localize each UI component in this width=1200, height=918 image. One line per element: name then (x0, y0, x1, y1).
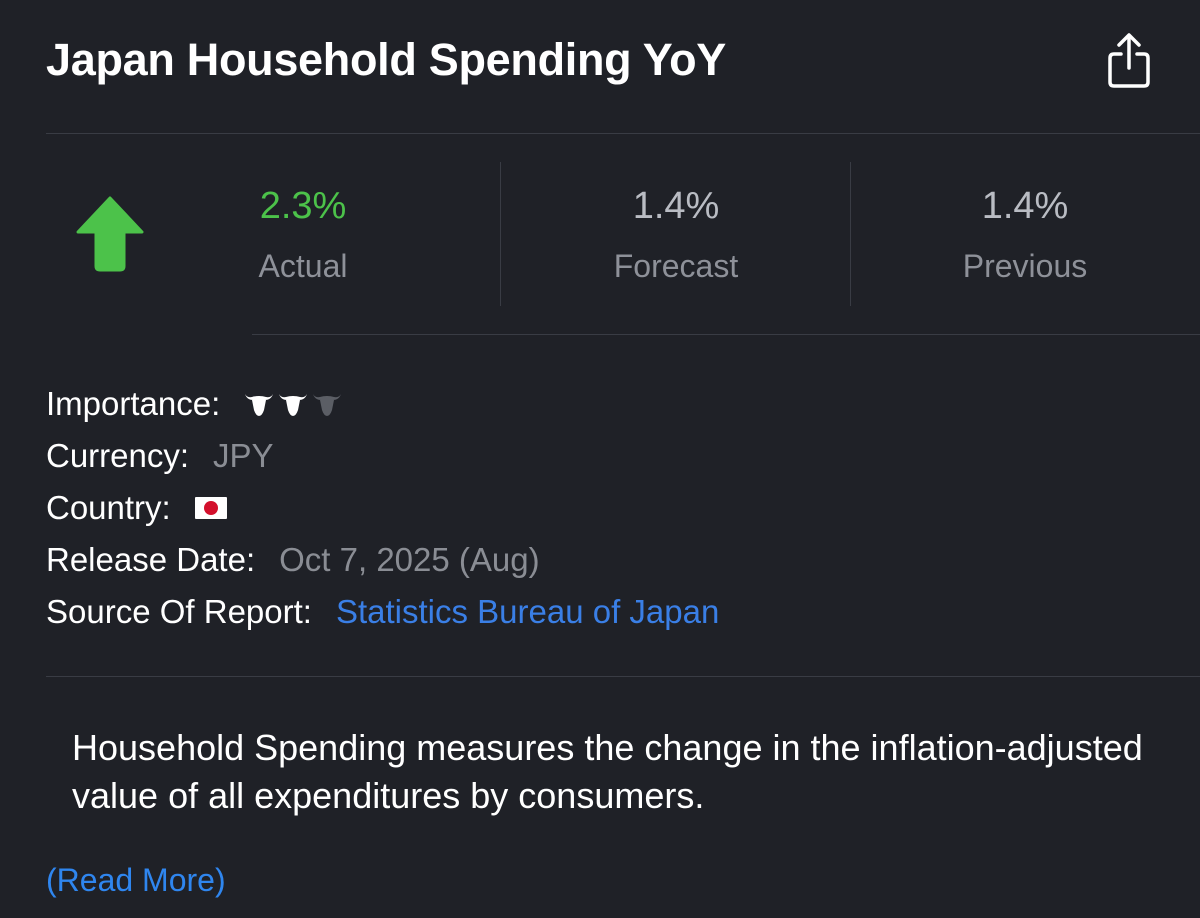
bull-icon (245, 394, 274, 416)
page-title: Japan Household Spending YoY (46, 34, 727, 85)
info-divider (46, 676, 1200, 677)
description-text: Household Spending measures the change i… (72, 727, 1143, 816)
release-date-row: Release Date: Oct 7, 2025 (Aug) (46, 540, 540, 580)
metric-actual: 2.3% Actual (178, 182, 428, 286)
metric-separator (500, 162, 501, 306)
bull-icon-inactive (313, 394, 342, 416)
release-date-label: Release Date: (46, 541, 256, 578)
currency-label: Currency: (46, 437, 190, 474)
actual-label: Actual (258, 248, 348, 284)
bull-icon (279, 394, 308, 416)
forecast-value: 1.4% (632, 185, 720, 227)
currency-value: JPY (213, 437, 274, 474)
header-divider (46, 133, 1200, 134)
share-button[interactable] (1104, 32, 1154, 90)
source-label: Source Of Report: (46, 593, 312, 630)
share-icon (1108, 33, 1150, 88)
previous-value: 1.4% (981, 185, 1069, 227)
source-link[interactable]: Statistics Bureau of Japan (336, 592, 719, 632)
forecast-label: Forecast (613, 248, 739, 284)
source-row: Source Of Report: Statistics Bureau of J… (46, 592, 719, 632)
metric-previous: 1.4% Previous (900, 182, 1150, 286)
country-row: Country: (46, 488, 227, 528)
metric-separator (850, 162, 851, 306)
arrow-up-icon (76, 196, 144, 272)
release-date-value: Oct 7, 2025 (Aug) (279, 541, 540, 578)
importance-label: Importance: (46, 385, 221, 422)
actual-value: 2.3% (259, 185, 347, 227)
read-more-link[interactable]: (Read More) (46, 862, 226, 899)
metrics-divider (252, 334, 1200, 335)
previous-label: Previous (962, 248, 1088, 284)
metric-forecast: 1.4% Forecast (551, 182, 801, 286)
importance-row: Importance: (46, 384, 342, 424)
currency-row: Currency: JPY (46, 436, 274, 476)
country-label: Country: (46, 489, 171, 526)
importance-rating (244, 391, 342, 417)
japan-flag-icon (194, 497, 227, 519)
